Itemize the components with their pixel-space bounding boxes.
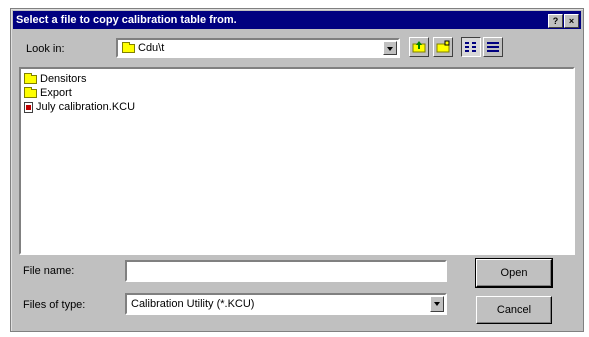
file-list[interactable]: Densitors Export July calibration.KCU [19,67,575,255]
help-button[interactable]: ? [548,14,563,28]
file-name-input[interactable] [125,260,447,282]
title-bar[interactable]: Select a file to copy calibration table … [13,11,581,29]
up-one-level-icon [412,41,426,53]
file-type-dropdown[interactable]: Calibration Utility (*.KCU) [125,293,447,315]
chevron-down-icon[interactable] [430,296,444,312]
list-item[interactable]: Densitors [24,72,86,86]
list-view-button[interactable] [461,37,481,57]
new-folder-button[interactable] [433,37,453,57]
list-item-label: July calibration.KCU [36,101,136,113]
calibration-file-icon [24,101,33,113]
look-in-value-wrap: Cdu\t [122,41,165,54]
look-in-label-text: Look in: [26,43,65,55]
file-open-dialog: Select a file to copy calibration table … [10,8,584,332]
close-button[interactable]: × [564,14,579,28]
look-in-dropdown[interactable]: Cdu\t [116,38,400,58]
up-one-level-button[interactable] [409,37,429,57]
list-item-label: Export [40,87,72,99]
create-new-folder-icon [436,40,450,53]
chevron-down-icon[interactable] [383,41,397,55]
file-name-label-text: File name: [23,265,75,277]
open-button[interactable]: Open [475,258,553,288]
list-item[interactable]: July calibration.KCU [24,100,135,114]
folder-icon [24,72,37,84]
look-in-label: Look in: [26,43,65,55]
list-view-icon [465,42,476,52]
file-type-label: Files of type: [23,299,85,311]
cancel-button[interactable]: Cancel [476,296,552,324]
file-type-label-text: Files of type: [23,299,86,311]
look-in-value: Cdu\t [138,42,165,54]
details-view-icon [487,42,499,52]
drive-icon [122,41,135,53]
list-item[interactable]: Export [24,86,72,100]
folder-icon [24,86,37,98]
details-view-button[interactable] [483,37,503,57]
dialog-title: Select a file to copy calibration table … [16,14,237,26]
file-type-value: Calibration Utility (*.KCU) [131,298,255,310]
list-item-label: Densitors [40,73,87,85]
file-name-label: File name: [23,265,74,277]
